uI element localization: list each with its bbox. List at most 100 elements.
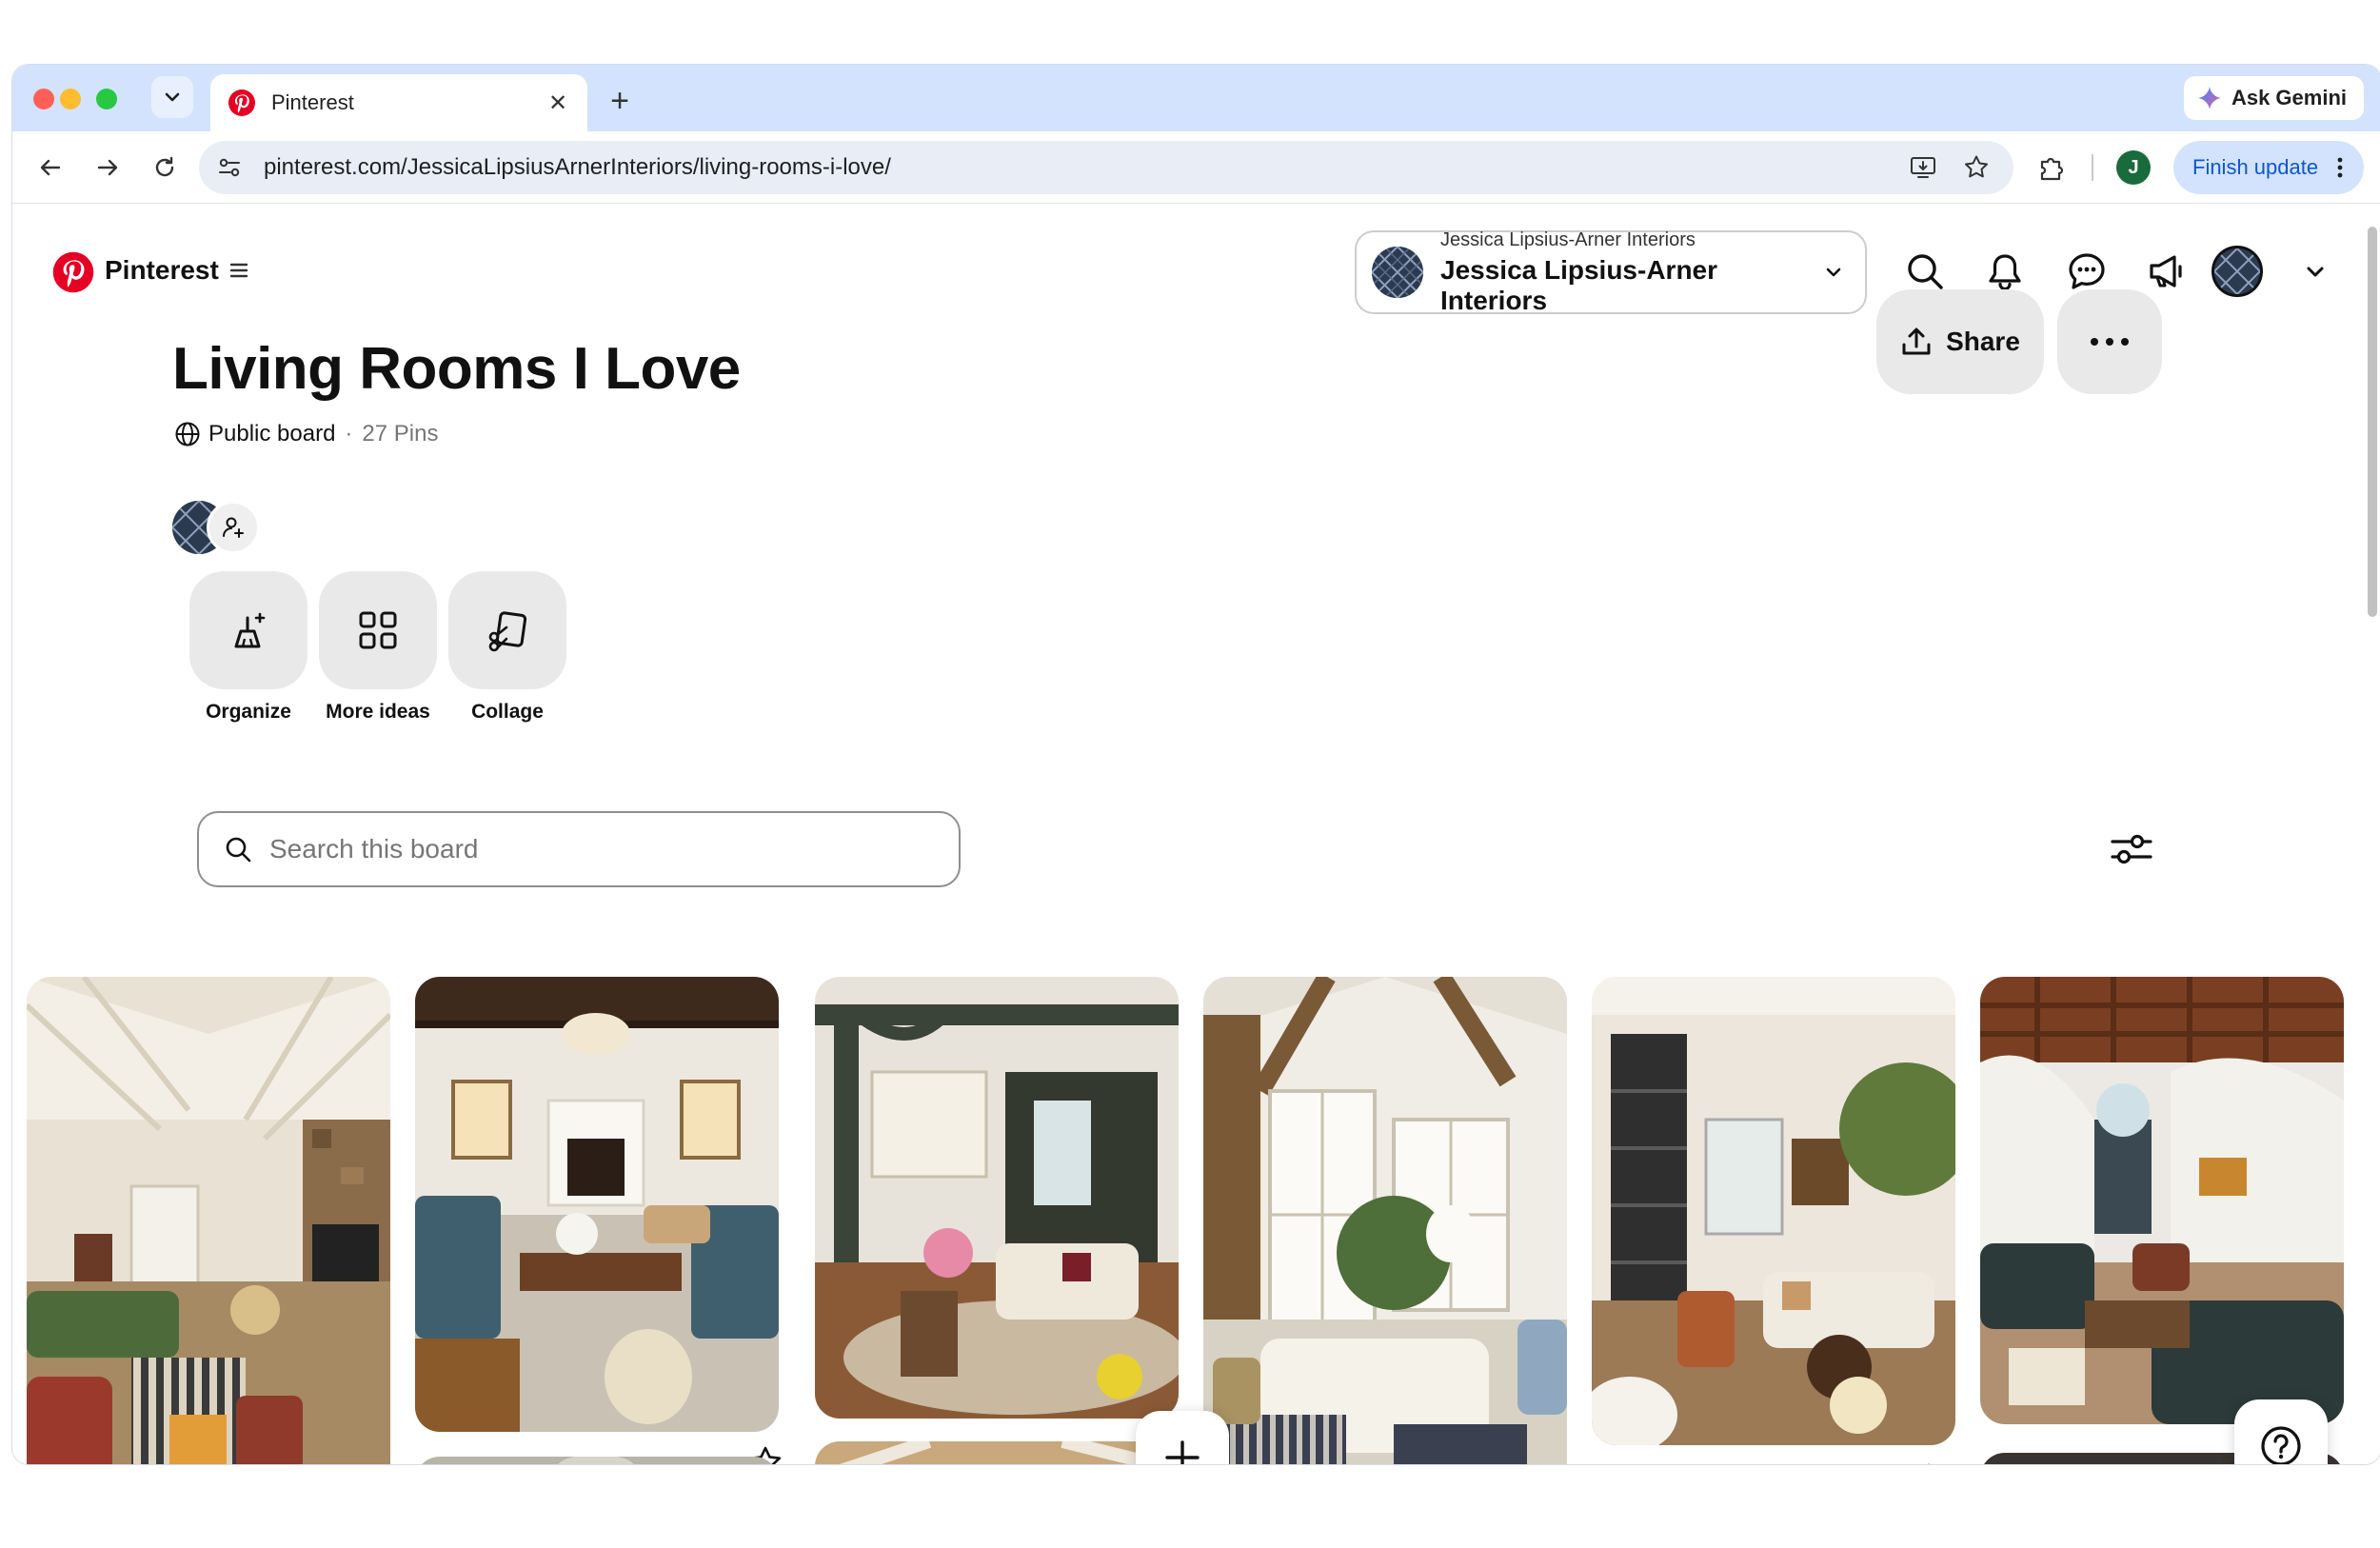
pin-card[interactable] [415,1457,779,1464]
filter-sliders-icon[interactable] [2109,826,2154,872]
browser-tab-pinterest[interactable]: Pinterest ✕ [210,74,587,131]
chevron-down-icon [1826,268,1841,277]
url-text[interactable]: pinterest.com/JessicaLipsiusArnerInterio… [264,154,1907,181]
pin-image [415,1457,779,1464]
arrow-left-icon [40,159,61,176]
bell-icon [1989,254,2021,291]
meta-separator: · [345,421,353,447]
page-scrollbar[interactable] [2368,227,2377,617]
profile-avatar[interactable] [2211,246,2263,297]
messages-button[interactable] [2065,249,2109,293]
organize-label: Organize [206,701,291,723]
pin-card[interactable] [1980,977,2344,1424]
notifications-button[interactable] [1983,249,2027,293]
search-icon [226,837,251,863]
pin-card[interactable] [1592,977,1955,1445]
arrow-right-icon [97,159,118,176]
globe-icon [175,422,200,447]
install-app-icon[interactable] [1907,151,1939,184]
pin-card[interactable] [815,1441,1179,1464]
extensions-puzzle-icon[interactable] [2034,150,2069,185]
organize-tool[interactable]: Organize [189,571,307,724]
share-label: Share [1946,327,2020,356]
window-minimize-control[interactable] [60,89,81,109]
megaphone-icon [2150,255,2182,288]
site-settings-icon[interactable] [216,154,243,181]
browser-profile-avatar[interactable]: J [2116,150,2151,185]
pinterest-page: Pinterest Jessica Lipsius-Arner Interior… [12,204,2380,1464]
account-handle: Jessica Lipsius-Arner Interiors [1440,228,1696,250]
collage-scissors-icon [488,611,527,652]
pin-card[interactable] [1203,977,1567,1464]
tab-close-icon[interactable]: ✕ [544,89,572,117]
search-button[interactable] [1903,249,1947,293]
updates-button[interactable] [2145,249,2189,293]
reload-button[interactable] [146,149,184,187]
collage-tool[interactable]: Collage [448,571,566,724]
toolbar-divider [2092,154,2093,181]
forward-button[interactable] [89,149,127,187]
finish-update-label: Finish update [2192,155,2319,179]
favorite-star-icon[interactable] [1911,1461,1947,1464]
help-question-icon [2261,1426,2301,1464]
pin-image [1592,977,1955,1445]
back-button[interactable] [31,149,69,187]
pin-count: 27 Pins [362,421,439,447]
tab-search-button[interactable] [151,76,193,118]
tab-strip: Pinterest ✕ + Ask Gemini [12,65,2380,131]
pin-card[interactable] [415,977,779,1432]
account-name: Jessica Lipsius-Arner Interiors [1440,254,1718,315]
pin-image [27,977,390,1464]
pin-card[interactable] [27,977,390,1464]
pin-image [415,977,779,1432]
pin-card[interactable] [815,977,1179,1419]
more-ideas-tool[interactable]: More ideas [319,571,437,724]
gemini-sparkle-icon [2197,87,2221,109]
search-icon [1908,254,1943,289]
collage-label: Collage [471,701,544,723]
window-zoom-control[interactable] [96,89,117,109]
account-avatar [1372,247,1423,298]
organize-button[interactable] [189,571,307,689]
chat-bubble-icon [2069,253,2105,289]
add-collaborator-button[interactable] [207,501,260,554]
ask-gemini-label: Ask Gemini [2231,86,2347,109]
bookmark-star-icon[interactable] [1960,151,1993,184]
add-person-icon [223,517,244,538]
share-upload-icon [1902,327,1931,355]
pinterest-logo-icon[interactable] [52,251,94,293]
window-close-control[interactable] [33,89,54,109]
chevron-down-icon [2307,267,2324,277]
board-visibility[interactable]: Public board [174,421,335,447]
finish-update-button[interactable]: Finish update [2173,141,2365,194]
grid-icon [359,611,397,649]
share-button[interactable]: Share [1876,289,2044,394]
reload-icon [155,156,174,177]
board-search-input[interactable] [268,833,938,865]
board-more-options-button[interactable] [2057,289,2162,394]
organize-broom-icon [234,612,266,648]
accounts-menu-button[interactable] [2293,249,2337,293]
brand-wordmark[interactable]: Pinterest [105,255,219,286]
ellipsis-icon [2091,338,2129,346]
pin-image [815,1441,1179,1464]
browser-window: Pinterest ✕ + Ask Gemini pinterest.com/J… [11,64,2380,1465]
browser-toolbar: pinterest.com/JessicaLipsiusArnerInterio… [12,131,2380,204]
account-switcher[interactable]: Jessica Lipsius-Arner Interiors Jessica … [1355,228,1867,315]
kebab-menu-icon [2337,157,2343,178]
help-button[interactable] [2234,1399,2328,1464]
chevron-down-icon [165,92,180,102]
more-ideas-label: More ideas [326,701,430,723]
new-tab-button[interactable]: + [601,82,639,120]
board-visibility-label: Public board [208,421,336,447]
address-bar[interactable]: pinterest.com/JessicaLipsiusArnerInterio… [199,141,2013,194]
pinterest-favicon-icon [228,89,255,116]
collage-button[interactable] [448,571,566,689]
more-ideas-button[interactable] [319,571,437,689]
board-search[interactable] [197,811,961,887]
create-pin-button[interactable] [1136,1411,1229,1464]
ask-gemini-button[interactable]: Ask Gemini [2183,76,2364,120]
board-meta: Public board · 27 Pins [174,421,438,447]
hamburger-menu-icon[interactable] [228,259,250,282]
pin-image [1980,977,2344,1424]
